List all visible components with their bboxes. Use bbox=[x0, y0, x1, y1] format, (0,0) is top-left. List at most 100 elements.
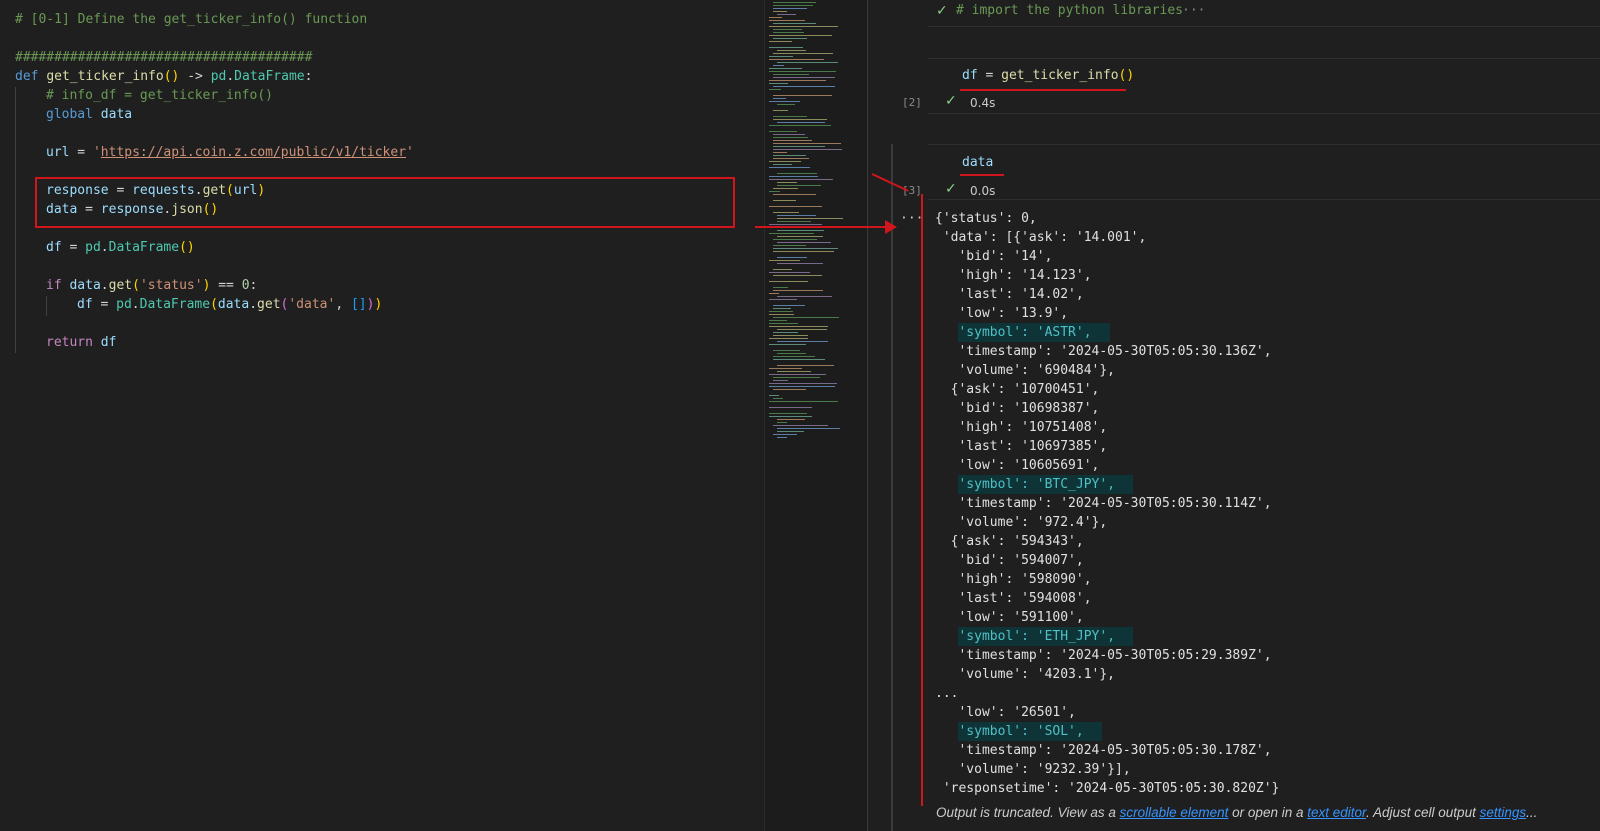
minimap-line bbox=[777, 104, 795, 105]
output-line: 'responsetime': '2024-05-30T05:05:30.820… bbox=[935, 781, 1280, 796]
minimap-line bbox=[777, 422, 787, 423]
cell3-code[interactable]: data bbox=[962, 155, 993, 170]
minimap-line bbox=[777, 218, 843, 219]
cell-2[interactable] bbox=[928, 58, 1600, 114]
cell1-collapsed-more[interactable]: ··· bbox=[1182, 3, 1205, 18]
output-line: ... bbox=[935, 686, 959, 701]
minimap-line bbox=[773, 38, 807, 39]
minimap-line bbox=[773, 389, 806, 390]
def-keyword: def bbox=[15, 69, 39, 84]
output-line: 'symbol': 'SOL', bbox=[935, 722, 1102, 741]
minimap-line bbox=[773, 248, 838, 249]
minimap-line bbox=[777, 50, 806, 51]
code-editor[interactable]: # [0-1] Define the get_ticker_info() fun… bbox=[0, 0, 762, 831]
minimap-line bbox=[773, 317, 839, 318]
minimap-line bbox=[769, 26, 838, 27]
minimap-line bbox=[769, 56, 793, 57]
annotation-arrow-line bbox=[755, 226, 887, 228]
dataframe-class: DataFrame bbox=[139, 297, 211, 312]
data-var: data bbox=[46, 202, 78, 217]
minimap-line bbox=[777, 221, 811, 222]
minimap-line bbox=[773, 335, 808, 336]
minimap-line bbox=[773, 143, 841, 144]
annotation-vertical-line bbox=[921, 194, 923, 806]
minimap-line bbox=[773, 149, 842, 150]
function-call: get_ticker_info bbox=[1001, 68, 1119, 83]
minimap-line bbox=[777, 185, 821, 186]
df-var: df bbox=[100, 335, 117, 350]
output-line: 'volume': '972.4'}, bbox=[935, 515, 1108, 530]
minimap-line bbox=[773, 194, 816, 195]
cell-3[interactable] bbox=[928, 144, 1600, 200]
output-line: 'timestamp': '2024-05-30T05:05:30.136Z', bbox=[935, 344, 1272, 359]
minimap-line bbox=[769, 407, 812, 408]
annotation-underline bbox=[960, 89, 1126, 91]
minimap-line bbox=[777, 353, 806, 354]
minimap-line bbox=[773, 377, 820, 378]
minimap-line bbox=[777, 230, 824, 231]
minimap-line bbox=[769, 41, 792, 42]
code-return-line: return df bbox=[46, 333, 116, 352]
output-line: 'symbol': 'BTC_JPY', bbox=[935, 475, 1134, 494]
text-editor-link[interactable]: text editor bbox=[1307, 805, 1366, 820]
function-name: get_ticker_info bbox=[46, 69, 164, 84]
minimap-line bbox=[769, 413, 807, 414]
minimap-line bbox=[769, 80, 826, 81]
minimap[interactable] bbox=[764, 0, 867, 831]
url-link[interactable]: https://api.coin.z.com/public/v1/ticker bbox=[101, 145, 406, 160]
minimap-line bbox=[777, 263, 823, 264]
minimap-line bbox=[769, 272, 810, 273]
minimap-line bbox=[769, 20, 805, 21]
output-more-button[interactable]: ··· bbox=[900, 211, 923, 226]
minimap-line bbox=[769, 416, 812, 417]
annotation-box-right bbox=[733, 177, 735, 228]
code-df-assign-line: df = pd.DataFrame(data.get('data', [])) bbox=[77, 297, 383, 312]
pd-module: pd bbox=[85, 240, 101, 255]
output-line: 'bid': '14', bbox=[935, 249, 1053, 264]
df-var: df bbox=[77, 297, 93, 312]
success-check-icon: ✓ bbox=[945, 181, 957, 197]
minimap-line bbox=[773, 398, 783, 399]
output-line: 'timestamp': '2024-05-30T05:05:30.114Z', bbox=[935, 496, 1272, 511]
minimap-line bbox=[773, 287, 788, 288]
minimap-line bbox=[769, 383, 837, 384]
get-method: get bbox=[202, 183, 227, 198]
minimap-line bbox=[777, 173, 817, 174]
json-method: json bbox=[171, 202, 203, 217]
output-line: 'high': '14.123', bbox=[935, 268, 1092, 283]
output-line: 'volume': '9232.39'}], bbox=[935, 762, 1131, 777]
minimap-line bbox=[777, 341, 828, 342]
annotation-underline bbox=[960, 174, 1004, 176]
minimap-line bbox=[773, 134, 805, 135]
scrollable-element-link[interactable]: scrollable element bbox=[1120, 805, 1229, 820]
minimap-line bbox=[769, 17, 782, 18]
data-ref: data bbox=[69, 278, 101, 293]
output-line: 'high': '598090', bbox=[935, 572, 1092, 587]
minimap-line bbox=[769, 176, 818, 177]
code-response-line: response = requests.get(url) bbox=[46, 183, 266, 198]
minimap-line bbox=[769, 260, 800, 261]
minimap-line bbox=[773, 2, 816, 3]
minimap-line bbox=[769, 224, 822, 225]
data-key: 'data' bbox=[288, 297, 336, 312]
cell2-code[interactable]: df = get_ticker_info() bbox=[962, 68, 1134, 83]
minimap-line bbox=[769, 386, 835, 387]
zero-literal: 0 bbox=[241, 278, 250, 293]
minimap-line bbox=[777, 182, 797, 183]
cell2-exec-time: 0.4s bbox=[970, 96, 996, 110]
minimap-line bbox=[777, 62, 838, 63]
minimap-line bbox=[773, 380, 788, 381]
output-line: 'last': '14.02', bbox=[935, 287, 1084, 302]
output-line: {'ask': '594343', bbox=[935, 534, 1084, 549]
minimap-line bbox=[777, 215, 816, 216]
minimap-line bbox=[773, 434, 797, 435]
minimap-line bbox=[773, 116, 807, 117]
output-line: 'timestamp': '2024-05-30T05:05:30.178Z', bbox=[935, 743, 1272, 758]
response-var: response bbox=[46, 183, 109, 198]
cell2-exec-count: [2] bbox=[902, 96, 922, 109]
minimap-line bbox=[773, 11, 787, 12]
settings-link[interactable]: settings bbox=[1480, 805, 1527, 820]
minimap-line bbox=[773, 239, 817, 240]
get-method: get bbox=[108, 278, 133, 293]
output-line: 'bid': '10698387', bbox=[935, 401, 1100, 416]
